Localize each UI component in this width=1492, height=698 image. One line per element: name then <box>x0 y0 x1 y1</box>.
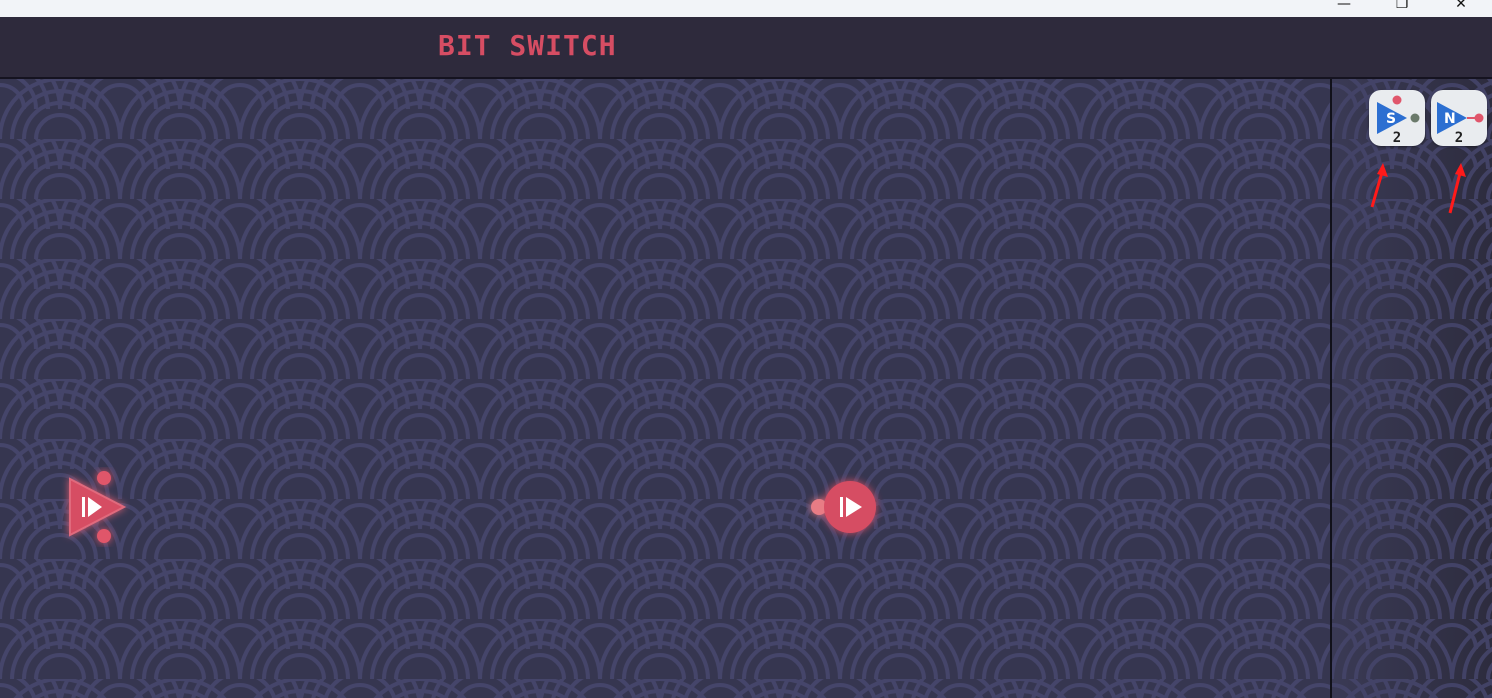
game-canvas[interactable] <box>0 79 1330 698</box>
wave-background <box>0 79 1330 698</box>
tool-palette: S 2 N 2 <box>1332 79 1492 698</box>
source-node[interactable] <box>60 467 130 547</box>
svg-text:N: N <box>1444 111 1456 127</box>
close-icon[interactable]: ✕ <box>1441 0 1481 14</box>
not-tool-button[interactable]: N 2 <box>1431 90 1487 146</box>
output-port-bottom[interactable] <box>97 529 111 543</box>
game-title: BIT SWITCH <box>438 29 617 62</box>
svg-text:S: S <box>1386 111 1396 127</box>
sink-node[interactable] <box>806 473 886 541</box>
not-tool-count: 2 <box>1454 130 1464 146</box>
output-port-top[interactable] <box>97 471 111 485</box>
window-titlebar: — ❐ ✕ <box>0 0 1492 18</box>
switch-tool-button[interactable]: S 2 <box>1369 90 1425 146</box>
game-header: BIT SWITCH <box>0 17 1492 79</box>
restore-icon[interactable]: ❐ <box>1382 0 1422 14</box>
annotation-arrow-icon <box>1448 163 1466 214</box>
minimize-icon[interactable]: — <box>1324 0 1364 14</box>
annotation-arrow-icon <box>1370 163 1388 208</box>
switch-tool-count: 2 <box>1392 130 1402 146</box>
